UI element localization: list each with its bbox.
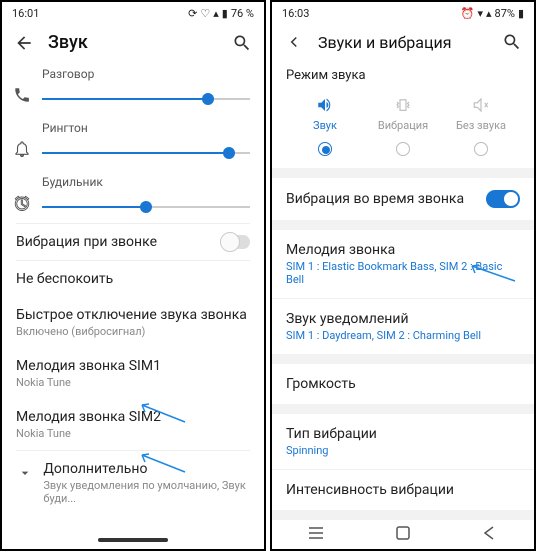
phone-left: 16:01 ⟳ ♡ ▴ ▮ 76 % Звук [0,0,266,551]
header: Звук [2,24,264,61]
vibintensity-label: Интенсивность вибрации [286,482,454,498]
more-row[interactable]: Дополнительно Звук уведомления по умолча… [2,451,264,515]
alarm-icon: ⏰ [461,7,475,20]
battery-text: 87% [495,7,515,20]
nav-pill[interactable] [98,538,168,542]
ringtone-slider[interactable] [42,143,250,163]
more-label: Дополнительно [43,461,250,477]
vibration-group: Тип вибрации Spinning Интенсивность вибр… [272,414,534,510]
volume-label: Громкость [286,376,356,392]
sim1-label: Мелодия звонка SIM1 [16,358,250,374]
vibtype-label: Тип вибрации [286,426,377,442]
status-icons: ⏰ ▾ ▴ 87% ▮ [461,7,524,20]
settings-body: Разговор Рингтон [2,61,264,515]
notif-label: Звук уведомлений [286,311,481,327]
battery-icon: ▮ [222,7,228,20]
mode-sound[interactable]: Звук [286,95,364,132]
sim2-ringtone-row[interactable]: Мелодия звонка SIM2 Nokia Tune [2,399,264,450]
search-icon[interactable] [502,32,522,52]
vibrate-on-call-row[interactable]: Вибрация при звонке [2,224,264,260]
vibrate-toggle[interactable] [220,235,250,249]
ringtone-group: Мелодия звонка SIM 1 : Elastic Bookmark … [272,230,534,354]
sim1-ringtone-row[interactable]: Мелодия звонка SIM1 Nokia Tune [2,348,264,399]
back-icon[interactable] [14,33,34,53]
ringtone-row[interactable]: Мелодия звонка SIM 1 : Elastic Bookmark … [272,230,534,299]
mode-silent[interactable]: Без звука [442,95,520,132]
back-icon[interactable] [284,32,304,52]
nav-bar [272,521,534,549]
status-time: 16:01 [12,7,39,20]
nav-home-icon[interactable] [394,524,412,546]
page-title: Звуки и вибрация [318,33,488,52]
ringtone-label: Рингтон [42,121,250,135]
mute-icon [442,95,520,115]
vibrate-call-label: Вибрация во время звонка [286,191,464,207]
chevron-down-icon [16,463,33,483]
volume-row[interactable]: Громкость [272,364,534,404]
mode-silent-label: Без звука [442,119,520,132]
alarm-volume-row: Будильник [2,169,264,223]
settings-body: Режим звука Звук Вибрация [272,56,534,551]
call-label: Разговор [42,67,250,81]
sim1-sub: Nokia Tune [16,376,250,389]
vibration-type-row[interactable]: Тип вибрации Spinning [272,414,534,470]
search-icon[interactable] [232,33,252,53]
heart-icon: ♡ [200,7,210,20]
phone-icon [12,85,32,105]
ringtone-sub: SIM 1 : Elastic Bookmark Bass, SIM 2 : B… [286,260,520,286]
header: Звуки и вибрация [272,24,534,56]
alarm-icon [12,193,32,213]
sound-mode-title: Режим звука [286,68,520,83]
quickmute-row[interactable]: Быстрое отключение звука звонка Включено… [2,297,264,348]
phone-right: 16:03 ⏰ ▾ ▴ 87% ▮ Звуки и вибрация Режим… [270,0,536,551]
vibrate-call-toggle[interactable] [486,190,520,208]
vibtype-sub: Spinning [286,444,377,457]
wifi-icon: ▾ [477,7,483,20]
page-title: Звук [48,32,218,53]
vibration-icon [364,95,442,115]
status-icons: ⟳ ♡ ▴ ▮ 76 % [188,7,254,20]
nav-back-icon[interactable] [481,524,499,546]
sim2-sub: Nokia Tune [16,427,250,440]
mode-vibration-label: Вибрация [364,119,442,132]
alarm-label: Будильник [42,175,250,189]
radio-silent[interactable] [474,142,488,156]
quickmute-sub: Включено (вибросигнал) [16,325,250,338]
call-slider[interactable] [42,89,250,109]
signal-icon: ▴ [486,7,492,20]
more-sub: Звук уведомления по умолчанию, Звук буди… [43,479,250,505]
ringtone-volume-row: Рингтон [2,115,264,169]
bell-icon [12,139,32,159]
sound-mode-card: Режим звука Звук Вибрация [272,56,534,168]
sync-icon: ⟳ [188,7,197,20]
mode-vibration[interactable]: Вибрация [364,95,442,132]
status-time: 16:03 [282,7,309,20]
notification-sound-row[interactable]: Звук уведомлений SIM 1 : Daydream, SIM 2… [272,299,534,354]
ringtone-label: Мелодия звонка [286,242,520,258]
radio-sound[interactable] [318,142,332,156]
dnd-label: Не беспокоить [16,271,250,287]
vibrate-during-call-row[interactable]: Вибрация во время звонка [272,178,534,220]
battery-text: 76 % [231,7,254,20]
sim2-label: Мелодия звонка SIM2 [16,409,250,425]
battery-icon: ▮ [518,7,524,20]
vibration-intensity-row[interactable]: Интенсивность вибрации [272,470,534,510]
sound-icon [286,95,364,115]
status-bar: 16:03 ⏰ ▾ ▴ 87% ▮ [272,2,534,24]
notif-sub: SIM 1 : Daydream, SIM 2 : Charming Bell [286,329,481,342]
nav-bar [2,531,264,549]
signal-icon: ▴ [213,7,219,20]
call-volume-row: Разговор [2,61,264,115]
mode-sound-label: Звук [286,119,364,132]
vibrate-label: Вибрация при звонке [16,234,157,250]
nav-recent-icon[interactable] [307,524,325,546]
status-bar: 16:01 ⟳ ♡ ▴ ▮ 76 % [2,2,264,24]
alarm-slider[interactable] [42,197,250,217]
radio-vibration[interactable] [396,142,410,156]
dnd-row[interactable]: Не беспокоить [2,261,264,297]
quickmute-label: Быстрое отключение звука звонка [16,307,250,323]
